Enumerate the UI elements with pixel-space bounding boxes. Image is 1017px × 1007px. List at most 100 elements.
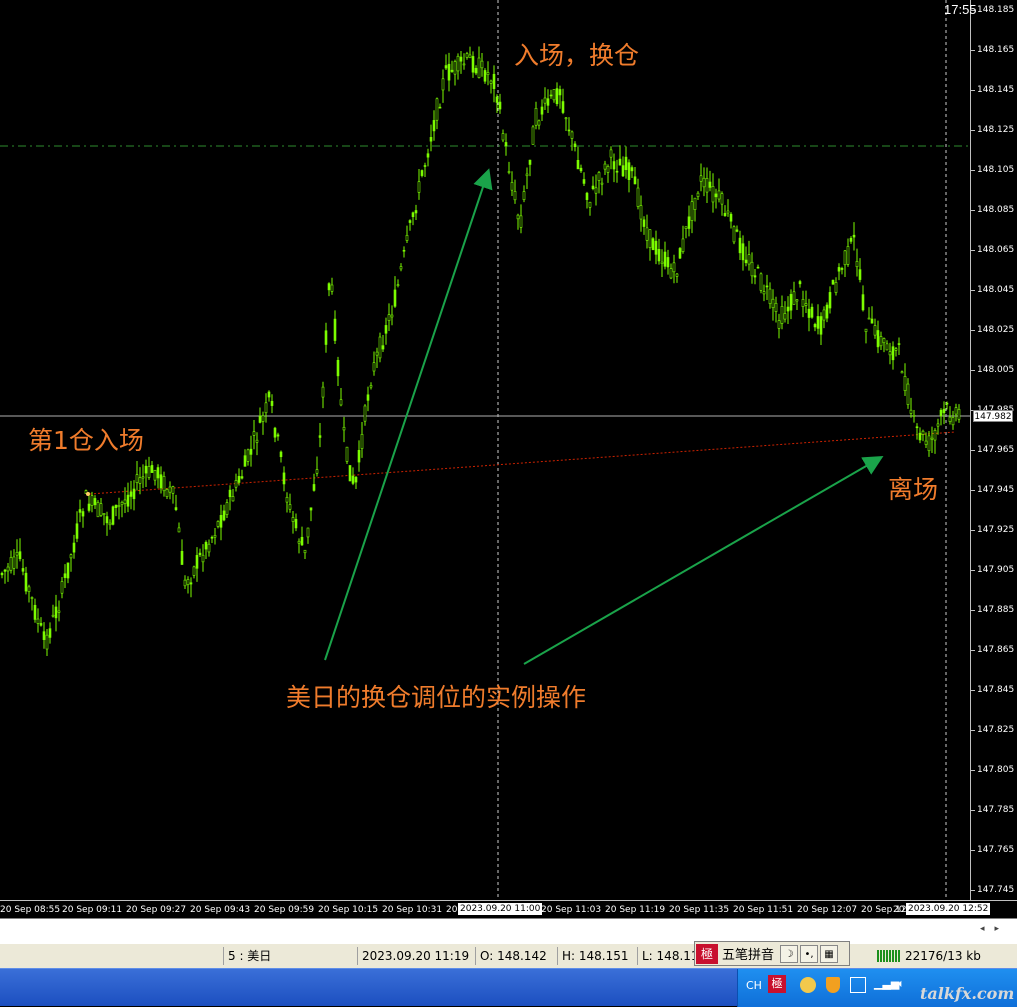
candle-body — [18, 551, 22, 560]
candle-body — [441, 78, 445, 91]
candle-body — [768, 288, 772, 304]
messenger-icon[interactable] — [800, 977, 816, 993]
entry-marker — [86, 492, 90, 496]
candle-body — [516, 214, 520, 220]
candle-body — [99, 503, 103, 516]
candle-body — [747, 254, 751, 265]
candle-body — [102, 513, 106, 516]
candle-body — [324, 330, 328, 345]
candle-body — [270, 400, 274, 406]
candle-body — [837, 267, 841, 272]
candle-body — [225, 502, 229, 515]
time-tick-label: 20 Sep 09:11 — [62, 905, 123, 915]
chart-area[interactable] — [0, 0, 970, 900]
network-status-icon[interactable] — [850, 977, 866, 993]
candle-body — [216, 521, 220, 527]
candle-body — [588, 201, 592, 208]
candle-body — [450, 69, 454, 72]
candle-body — [330, 284, 334, 292]
candle-body — [924, 440, 928, 445]
candle-body — [510, 182, 514, 191]
candle-body — [189, 582, 193, 585]
candle-body — [75, 523, 79, 539]
candle-body — [21, 568, 25, 572]
ime-toolbar[interactable]: 極 五笔拼音 ☽ •, ▦ — [694, 941, 850, 966]
candle-body — [852, 234, 856, 238]
status-datetime: 2023.09.20 11:19 — [357, 947, 475, 965]
candle-body — [537, 120, 541, 126]
candle-body — [165, 489, 169, 497]
ime-fullwidth-icon[interactable]: ☽ — [780, 944, 799, 963]
candle-body — [132, 488, 136, 500]
tab-scroll-arrows-icon[interactable]: ◂▸ — [980, 924, 1009, 934]
candle-body — [861, 294, 865, 311]
candle-body — [240, 476, 244, 479]
price-axis[interactable]: 148.185 148.165 148.145 148.125 148.105 148.0… — [970, 0, 1017, 900]
candle-body — [429, 137, 433, 142]
candle-body — [741, 243, 745, 261]
candle-body — [543, 97, 547, 104]
candle-body — [360, 434, 364, 449]
time-tick-label: 20 Sep 11:51 — [733, 905, 794, 915]
price-tick-label: 147.865 — [970, 645, 1015, 655]
candle-body — [327, 283, 331, 291]
candle-body — [582, 179, 586, 184]
candle-body — [162, 476, 166, 492]
price-tick-label: 147.925 — [970, 525, 1015, 535]
candle-body — [942, 408, 946, 414]
ime-logo-icon[interactable]: 極 — [696, 943, 718, 964]
time-cursor-label: 2023.09.20 11:00 — [458, 903, 543, 915]
candle-body — [885, 343, 889, 351]
candle-body — [105, 516, 109, 524]
candle-body — [63, 573, 67, 578]
candle-body — [555, 88, 559, 105]
candle-body — [357, 450, 361, 463]
time-tick-label: 20 — [893, 905, 905, 915]
candle-body — [90, 495, 94, 506]
candle-body — [828, 292, 832, 309]
candle-body — [840, 268, 844, 270]
ime-name[interactable]: 五笔拼音 — [718, 944, 778, 963]
ime-tray-icon[interactable]: 極 — [768, 975, 786, 993]
candle-body — [153, 470, 157, 481]
candle-body — [726, 210, 730, 214]
candle-body — [909, 409, 913, 414]
candle-body — [723, 213, 727, 217]
language-indicator[interactable]: CH — [746, 979, 762, 992]
candle-body — [630, 167, 634, 172]
candle-body — [261, 415, 265, 422]
signal-icon[interactable]: ▁▃▅ — [874, 977, 899, 990]
candle-body — [411, 212, 415, 218]
candle-body — [846, 246, 850, 265]
candle-body — [507, 171, 511, 173]
security-shield-icon[interactable] — [826, 977, 840, 993]
time-axis[interactable]: 20 Sep 08:55 20 Sep 09:11 20 Sep 09:27 20 S… — [0, 900, 1017, 918]
volume-icon[interactable]: 🔈︎ — [898, 977, 905, 991]
candle-body — [456, 55, 460, 72]
ime-keyboard-icon[interactable]: ▦ — [820, 944, 839, 963]
candle-body — [180, 550, 184, 565]
candle-body — [306, 527, 310, 538]
candle-body — [636, 187, 640, 207]
candle-body — [36, 618, 40, 624]
price-chart[interactable] — [0, 0, 970, 900]
candle-body — [279, 451, 283, 458]
ime-punctuation-icon[interactable]: •, — [800, 944, 819, 963]
candle-body — [369, 385, 373, 388]
candle-body — [432, 120, 436, 132]
price-tick-label: 147.785 — [970, 805, 1015, 815]
candle-body — [465, 53, 469, 58]
candle-body — [672, 262, 676, 273]
candle-body — [894, 348, 898, 351]
candle-body — [600, 182, 604, 185]
candle-body — [561, 101, 565, 113]
candle-body — [780, 306, 784, 324]
taskbar-clock[interactable]: 17:55 — [944, 2, 977, 17]
candle-body — [477, 57, 481, 78]
candle-body — [351, 475, 355, 484]
candle-body — [492, 73, 496, 89]
candle-body — [291, 517, 295, 522]
candle-body — [336, 359, 340, 377]
candle-body — [864, 328, 868, 332]
candle-body — [60, 581, 64, 594]
